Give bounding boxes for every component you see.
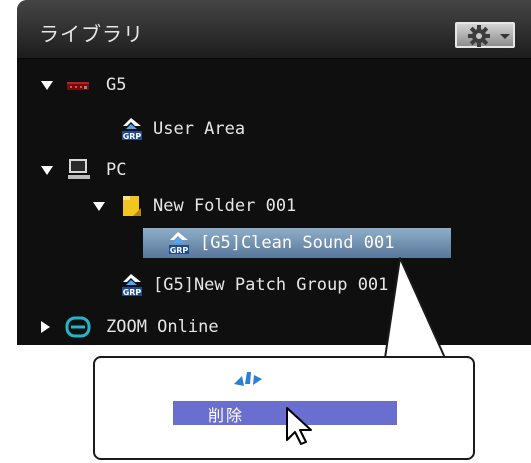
screenshot-stage: ライブラリ G5 GRP User Area PC New Folder 001… (0, 0, 531, 463)
context-menu-popup: 削除 (93, 356, 475, 460)
menu-item-label: 削除 (208, 406, 245, 425)
mouse-cursor-icon (286, 407, 312, 445)
more-items-indicator-icon (234, 372, 262, 386)
